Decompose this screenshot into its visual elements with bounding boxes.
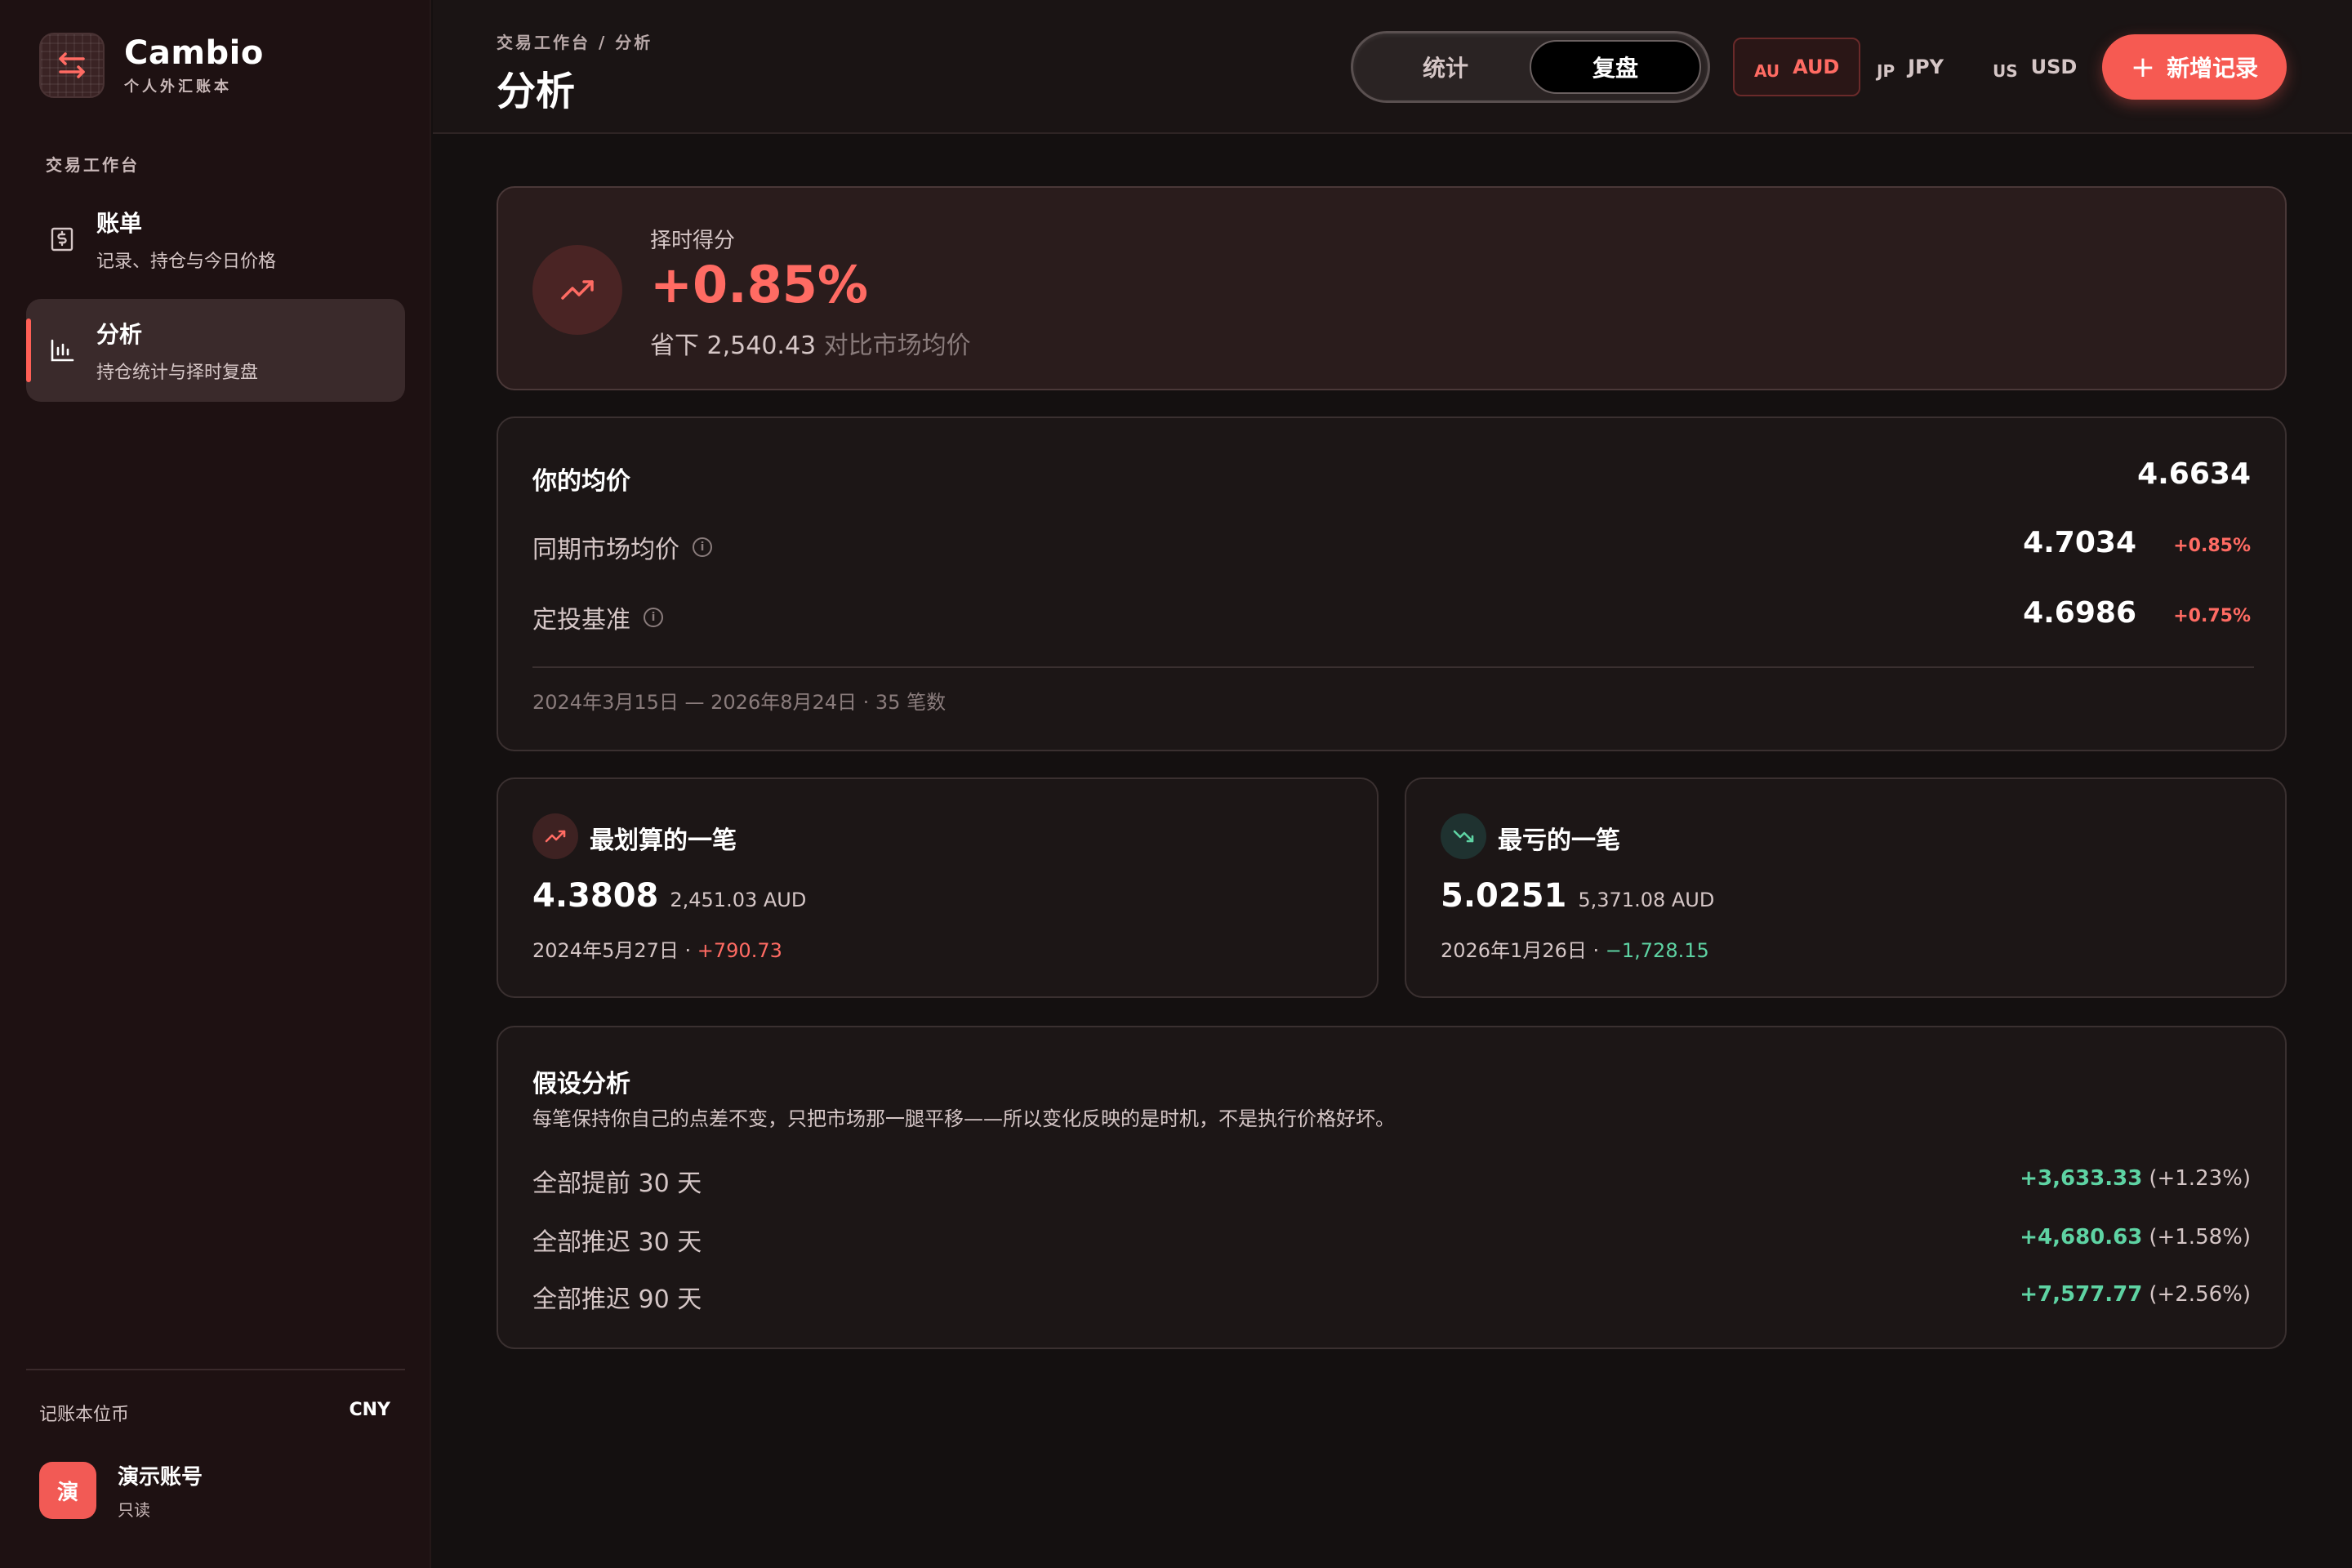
brand[interactable]: Cambio 个人外汇账本: [39, 33, 264, 98]
rate-value: 5.0251: [1441, 877, 1567, 915]
info-icon[interactable]: i: [693, 537, 712, 557]
tab-statistics[interactable]: 统计: [1360, 40, 1531, 94]
what-if-row-value: +7,577.77 (+2.56%): [2020, 1282, 2251, 1307]
currency-label: JPY: [1908, 56, 1944, 78]
average-price-card: 你的均价 4.6634 同期市场均价 i 4.7034 +0.85% 定投基准 …: [497, 416, 2287, 751]
dca-benchmark-label: 定投基准 i: [532, 599, 663, 635]
score-label: 择时得分: [650, 229, 736, 253]
what-if-row-label: 全部推迟 90 天: [532, 1285, 702, 1314]
delta-pct: (+2.56%): [2149, 1282, 2251, 1307]
best-trade-date: 2024年5月27日 · +790.73: [532, 934, 782, 963]
nav-section-label: 交易工作台: [46, 155, 140, 175]
rate-value: 4.3808: [532, 877, 659, 915]
account-card[interactable]: 演 演示账号 只读: [39, 1460, 203, 1521]
savings-suffix: 对比市场均价: [816, 332, 971, 360]
currency-aud[interactable]: AU AUD: [1733, 38, 1861, 96]
trending-down-icon: [1441, 813, 1486, 859]
market-average-pct: +0.85%: [2173, 536, 2251, 556]
delta-value: +3,633.33: [2020, 1166, 2143, 1191]
dca-benchmark-pct: +0.75%: [2173, 606, 2251, 626]
base-currency-value[interactable]: CNY: [350, 1400, 391, 1420]
sidebar-divider: [26, 1369, 405, 1370]
what-if-row-value: +3,633.33 (+1.23%): [2020, 1166, 2251, 1191]
delta-value: +7,577.77: [2020, 1282, 2143, 1307]
currency-code: JP: [1877, 61, 1895, 81]
currency-code: US: [1993, 61, 2018, 81]
page-title: 分析: [497, 69, 576, 114]
avatar: 演: [39, 1462, 96, 1519]
delta-value: +4,680.63: [2020, 1225, 2143, 1250]
sidebar-item-analysis[interactable]: 分析 持仓统计与择时复盘: [26, 299, 405, 402]
sidebar-item-title: 分析: [96, 321, 143, 348]
trade-delta: +790.73: [697, 939, 782, 962]
dca-benchmark-value: 4.6986: [2023, 596, 2136, 630]
score-savings: 省下 2,540.43 对比市场均价: [650, 325, 971, 361]
worst-trade-title: 最亏的一笔: [1498, 826, 1620, 855]
topbar: 交易工作台 / 分析 分析 统计 复盘 AU AUD JP JPY US USD…: [433, 0, 2352, 134]
worst-trade-date: 2026年1月26日 · −1,728.15: [1441, 934, 1709, 963]
add-record-button[interactable]: + 新增记录: [2102, 34, 2287, 100]
sidebar-item-bills[interactable]: 账单 记录、持仓与今日价格: [26, 188, 405, 291]
currency-label: AUD: [1793, 56, 1840, 78]
trending-up-icon: [532, 245, 622, 335]
receipt-icon: [46, 223, 78, 256]
brand-name: Cambio: [124, 34, 264, 72]
average-title: 你的均价: [532, 467, 630, 496]
account-role: 只读: [118, 1500, 150, 1520]
add-record-label: 新增记录: [2167, 55, 2259, 82]
trade-date: 2024年5月27日 ·: [532, 939, 697, 962]
sidebar-item-subtitle: 持仓统计与择时复盘: [96, 363, 259, 383]
delta-pct: (+1.58%): [2149, 1225, 2251, 1250]
trending-up-icon: [532, 813, 578, 859]
savings-amount: 省下 2,540.43: [650, 332, 817, 360]
what-if-row-label: 全部推迟 30 天: [532, 1228, 702, 1257]
view-segmented-control: 统计 复盘: [1351, 31, 1710, 103]
market-average-value: 4.7034: [2023, 526, 2136, 559]
what-if-title: 假设分析: [532, 1070, 630, 1098]
row-label: 同期市场均价: [532, 536, 679, 564]
date-range-summary: 2024年3月15日 — 2026年8月24日 · 35 笔数: [532, 691, 947, 714]
brand-subtitle: 个人外汇账本: [124, 78, 232, 96]
what-if-description: 每笔保持你自己的点差不变，只把市场那一腿平移——所以变化反映的是时机，不是执行价…: [532, 1107, 1395, 1130]
currency-code: AU: [1754, 61, 1780, 81]
info-icon[interactable]: i: [644, 608, 663, 627]
worst-trade-rate: 5.0251 5,371.08 AUD: [1441, 877, 1714, 915]
timing-score-card: 择时得分 +0.85% 省下 2,540.43 对比市场均价: [497, 186, 2287, 390]
sidebar-item-title: 账单: [96, 210, 143, 237]
row-label: 定投基准: [532, 606, 630, 635]
worst-trade-card[interactable]: 最亏的一笔 5.0251 5,371.08 AUD 2026年1月26日 · −1…: [1405, 777, 2287, 998]
account-name: 演示账号: [118, 1465, 203, 1490]
currency-jpy[interactable]: JP JPY: [1877, 38, 1944, 96]
what-if-row-value: +4,680.63 (+1.58%): [2020, 1225, 2251, 1250]
currency-usd[interactable]: US USD: [1993, 38, 2077, 96]
tab-review[interactable]: 复盘: [1530, 40, 1701, 94]
bar-chart-icon: [46, 334, 78, 367]
best-trade-title: 最划算的一笔: [590, 826, 737, 855]
sidebar: Cambio 个人外汇账本 交易工作台 账单 记录、持仓与今日价格 分析 持仓统: [0, 0, 431, 1568]
plus-icon: +: [2130, 50, 2156, 84]
best-trade-card[interactable]: 最划算的一笔 4.3808 2,451.03 AUD 2024年5月27日 · +…: [497, 777, 1379, 998]
base-currency-label: 记账本位币: [39, 1405, 130, 1425]
market-average-label: 同期市场均价 i: [532, 529, 712, 565]
currency-label: USD: [2030, 56, 2078, 78]
delta-pct: (+1.23%): [2149, 1166, 2251, 1191]
trade-delta: −1,728.15: [1605, 939, 1709, 962]
breadcrumb: 交易工作台 / 分析: [497, 33, 653, 52]
exchange-arrows-icon: [39, 33, 105, 98]
what-if-row-label: 全部提前 30 天: [532, 1169, 702, 1198]
trade-amount: 5,371.08 AUD: [1578, 889, 1715, 911]
trade-amount: 2,451.03 AUD: [670, 889, 807, 911]
score-value: +0.85%: [650, 255, 869, 314]
your-average-value: 4.6634: [2137, 457, 2251, 491]
trade-date: 2026年1月26日 ·: [1441, 939, 1606, 962]
best-trade-rate: 4.3808 2,451.03 AUD: [532, 877, 806, 915]
sidebar-item-subtitle: 记录、持仓与今日价格: [96, 252, 277, 272]
divider: [532, 666, 2254, 668]
what-if-card: 假设分析 每笔保持你自己的点差不变，只把市场那一腿平移——所以变化反映的是时机，…: [497, 1026, 2287, 1349]
